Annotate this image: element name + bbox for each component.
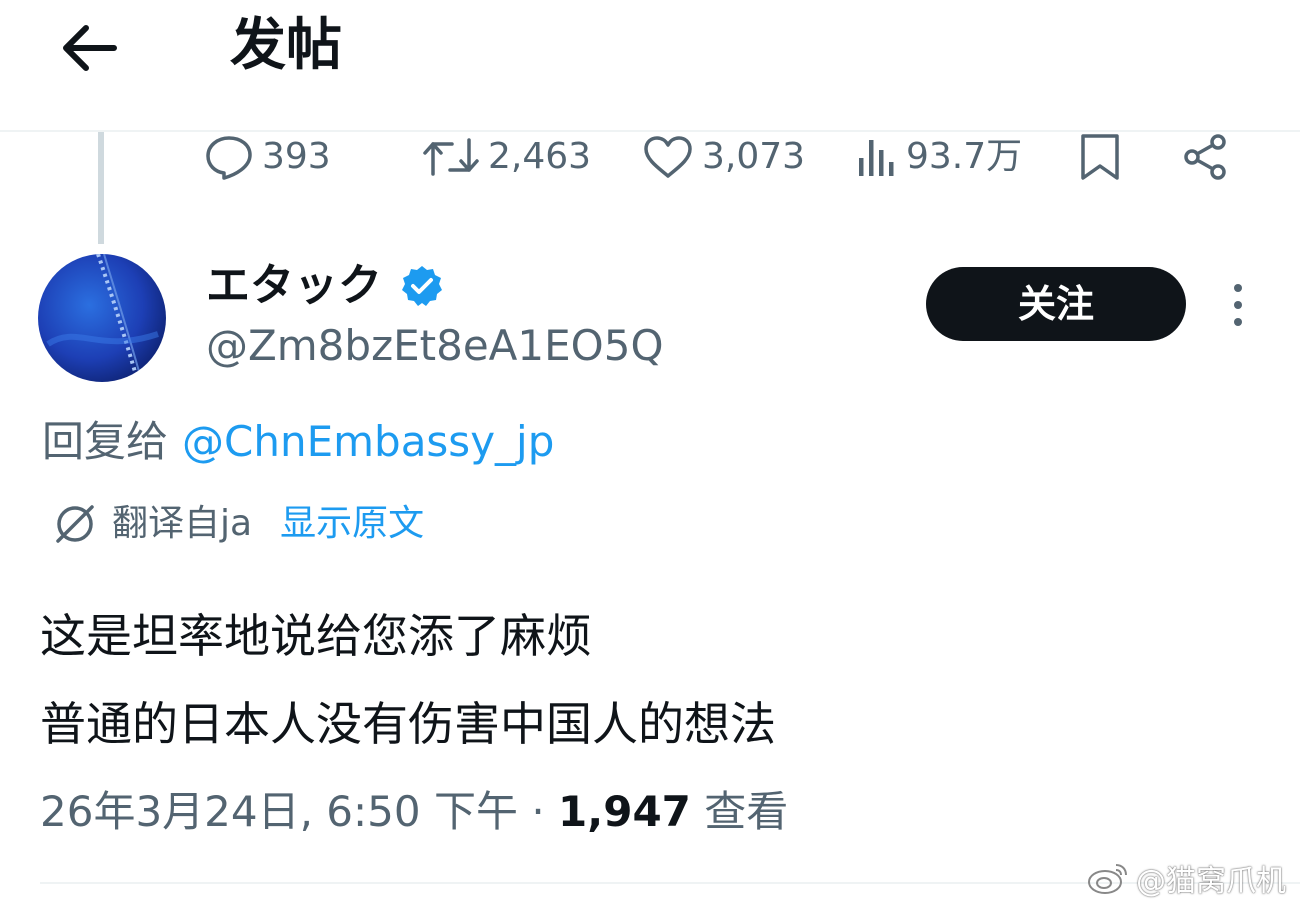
like-count: 3,073 (702, 136, 806, 177)
author-handle[interactable]: @Zm8bzEt8eA1EO5Q (206, 318, 664, 374)
show-original-link[interactable]: 显示原文 (280, 498, 424, 550)
reply-count: 393 (262, 136, 331, 177)
views-icon (859, 140, 894, 176)
views-button[interactable]: 93.7万 (856, 132, 1022, 182)
repost-count: 2,463 (488, 136, 592, 177)
weibo-icon (1088, 864, 1127, 894)
more-options-icon[interactable] (1226, 282, 1250, 328)
tweet-text-line: 普通的日本人没有伤害中国人的想法 (40, 697, 776, 751)
reply-button[interactable]: 393 (204, 132, 331, 182)
action-bar: 393 2,463 3,073 93.7万 (0, 132, 1300, 182)
tweet-text: 这是坦率地说给您添了麻烦 普通的日本人没有伤害中国人的想法 (40, 592, 776, 768)
watermark-text: @猫窝爪机 (1136, 864, 1286, 899)
reply-icon (206, 136, 252, 180)
view-count: 1,947 (558, 787, 691, 836)
share-icon (1184, 134, 1226, 180)
reply-to-link[interactable]: @ChnEmbassy_jp (182, 417, 554, 466)
repost-button[interactable]: 2,463 (422, 132, 591, 182)
arrow-left-icon[interactable] (58, 20, 122, 76)
tweet-detail-page: 发帖 393 2,463 3,073 93.7万 エタック @Zm8bzEt8e… (0, 0, 1300, 906)
reply-to-label: 回复给 (42, 417, 169, 466)
share-button[interactable] (1182, 132, 1230, 182)
view-count-label: 查看 (704, 787, 789, 836)
tweet-text-line: 这是坦率地说给您添了麻烦 (40, 609, 592, 663)
translated-from-label: 翻译自ja (112, 503, 253, 544)
tweet-meta-row: 26年3月24日, 6:50 下午 · 1,947 查看 (40, 784, 788, 840)
bookmark-button[interactable] (1078, 132, 1122, 182)
translation-row: 翻译自ja 显示原文 (52, 498, 424, 550)
avatar[interactable] (38, 254, 166, 382)
repost-icon (423, 138, 479, 176)
translate-globe-icon (56, 505, 94, 543)
verified-badge-icon (402, 266, 442, 306)
watermark: @猫窝爪机 (1086, 856, 1286, 900)
heart-icon (644, 136, 692, 178)
follow-button[interactable]: 关注 (926, 267, 1186, 341)
tweet-timestamp[interactable]: 26年3月24日, 6:50 下午 (40, 787, 518, 836)
avatar-image (38, 254, 166, 382)
page-title: 发帖 (230, 13, 342, 78)
author-name-row: エタック (206, 258, 444, 314)
author-display-name[interactable]: エタック (206, 258, 382, 314)
views-count: 93.7万 (906, 136, 1023, 177)
like-button[interactable]: 3,073 (642, 132, 805, 182)
reply-to-row: 回复给 @ChnEmbassy_jp (42, 414, 554, 470)
meta-separator: · (517, 787, 559, 836)
bookmark-icon (1081, 134, 1119, 180)
